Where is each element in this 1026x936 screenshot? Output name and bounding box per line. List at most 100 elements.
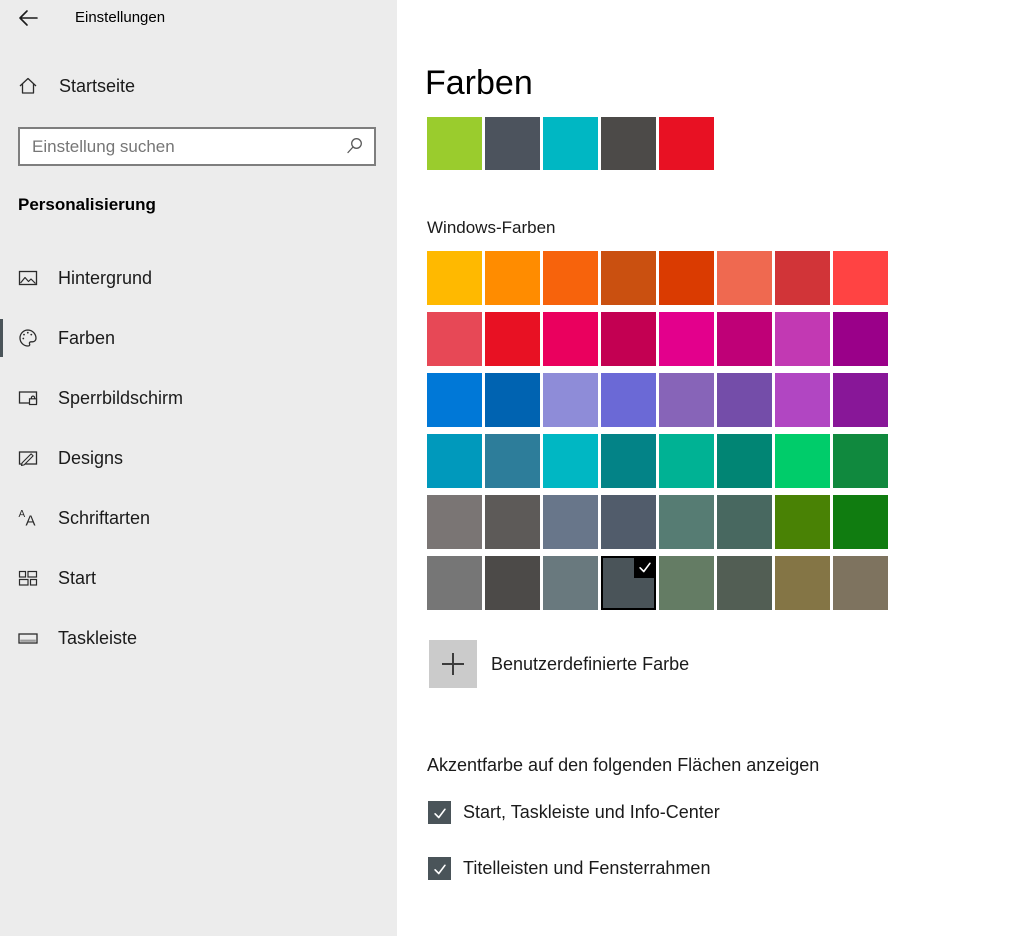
color-swatch[interactable] bbox=[543, 373, 598, 427]
sidebar-item-farben[interactable]: Farben bbox=[0, 318, 397, 358]
color-swatch[interactable] bbox=[601, 434, 656, 488]
home-icon bbox=[17, 75, 39, 97]
color-swatch[interactable] bbox=[833, 312, 888, 366]
color-swatch[interactable] bbox=[485, 434, 540, 488]
recent-color-swatch[interactable] bbox=[485, 117, 540, 170]
recent-color-swatch[interactable] bbox=[543, 117, 598, 170]
color-swatch[interactable] bbox=[833, 373, 888, 427]
color-swatch[interactable] bbox=[543, 312, 598, 366]
color-swatch[interactable] bbox=[427, 495, 482, 549]
checkbox-row[interactable]: Titelleisten und Fensterrahmen bbox=[428, 857, 720, 880]
start-icon bbox=[17, 567, 39, 589]
color-swatch[interactable] bbox=[659, 251, 714, 305]
recent-color-swatch[interactable] bbox=[601, 117, 656, 170]
color-swatch[interactable] bbox=[659, 556, 714, 610]
palette-icon bbox=[17, 327, 39, 349]
fonts-icon: AA bbox=[17, 507, 39, 529]
color-swatch[interactable] bbox=[601, 495, 656, 549]
sidebar-item-sperrbildschirm[interactable]: Sperrbildschirm bbox=[0, 378, 397, 418]
color-swatch[interactable] bbox=[833, 495, 888, 549]
color-swatch[interactable] bbox=[485, 312, 540, 366]
color-swatch-selected[interactable] bbox=[601, 556, 656, 610]
custom-color-label: Benutzerdefinierte Farbe bbox=[491, 654, 689, 675]
back-arrow-icon bbox=[16, 6, 40, 30]
sidebar-item-label: Startseite bbox=[59, 76, 135, 97]
search-box bbox=[18, 127, 376, 166]
search-icon[interactable] bbox=[344, 136, 364, 156]
color-swatch[interactable] bbox=[601, 312, 656, 366]
checkbox-row[interactable]: Start, Taskleiste und Info-Center bbox=[428, 801, 720, 824]
color-swatch[interactable] bbox=[775, 434, 830, 488]
color-swatch[interactable] bbox=[717, 495, 772, 549]
color-swatch[interactable] bbox=[601, 373, 656, 427]
color-swatch[interactable] bbox=[775, 495, 830, 549]
color-swatch[interactable] bbox=[833, 434, 888, 488]
sidebar-nav: Hintergrund Farben Sperrbildschirm Designs A… bbox=[0, 258, 397, 678]
accent-surface-checkboxes: Start, Taskleiste und Info-Center Titelle… bbox=[428, 801, 720, 913]
color-swatch[interactable] bbox=[427, 251, 482, 305]
sidebar-item-designs[interactable]: Designs bbox=[0, 438, 397, 478]
color-swatch[interactable] bbox=[717, 312, 772, 366]
sidebar: Einstellungen Startseite Personalisierun… bbox=[0, 0, 397, 936]
color-swatch[interactable] bbox=[601, 251, 656, 305]
sidebar-item-home[interactable]: Startseite bbox=[0, 66, 397, 106]
accent-surfaces-label: Akzentfarbe auf den folgenden Flächen an… bbox=[427, 755, 819, 776]
plus-icon bbox=[429, 640, 477, 688]
svg-text:A: A bbox=[19, 509, 26, 520]
color-swatch[interactable] bbox=[775, 373, 830, 427]
recent-colors-strip bbox=[427, 117, 714, 170]
themes-icon bbox=[17, 447, 39, 469]
color-swatch[interactable] bbox=[659, 495, 714, 549]
custom-color-button[interactable]: Benutzerdefinierte Farbe bbox=[429, 640, 689, 688]
color-swatch[interactable] bbox=[833, 251, 888, 305]
color-swatch[interactable] bbox=[485, 373, 540, 427]
color-swatch[interactable] bbox=[543, 434, 598, 488]
color-swatch[interactable] bbox=[427, 434, 482, 488]
sidebar-item-label: Taskleiste bbox=[58, 628, 137, 649]
color-swatch[interactable] bbox=[427, 312, 482, 366]
color-swatch[interactable] bbox=[543, 251, 598, 305]
windows-colors-label: Windows-Farben bbox=[427, 218, 556, 238]
color-swatch[interactable] bbox=[775, 556, 830, 610]
sidebar-item-start[interactable]: Start bbox=[0, 558, 397, 598]
sidebar-item-label: Schriftarten bbox=[58, 508, 150, 529]
color-swatch[interactable] bbox=[717, 373, 772, 427]
page-title: Farben bbox=[425, 64, 533, 103]
sidebar-item-hintergrund[interactable]: Hintergrund bbox=[0, 258, 397, 298]
color-swatch[interactable] bbox=[543, 495, 598, 549]
checkbox[interactable] bbox=[428, 801, 451, 824]
sidebar-item-taskleiste[interactable]: Taskleiste bbox=[0, 618, 397, 658]
color-swatch[interactable] bbox=[485, 556, 540, 610]
color-swatch[interactable] bbox=[775, 312, 830, 366]
color-swatch[interactable] bbox=[775, 251, 830, 305]
color-swatch[interactable] bbox=[659, 434, 714, 488]
color-swatch[interactable] bbox=[717, 556, 772, 610]
search-input[interactable] bbox=[20, 129, 332, 164]
color-swatch[interactable] bbox=[427, 373, 482, 427]
color-swatch[interactable] bbox=[485, 251, 540, 305]
color-swatch[interactable] bbox=[659, 373, 714, 427]
settings-window: Einstellungen Startseite Personalisierun… bbox=[0, 0, 1026, 936]
selected-check-badge bbox=[634, 556, 656, 578]
checkbox-label: Titelleisten und Fensterrahmen bbox=[463, 858, 710, 879]
color-swatch[interactable] bbox=[427, 556, 482, 610]
color-swatch[interactable] bbox=[659, 312, 714, 366]
color-swatch[interactable] bbox=[717, 251, 772, 305]
sidebar-item-label: Start bbox=[58, 568, 96, 589]
taskbar-icon bbox=[17, 627, 39, 649]
sidebar-item-label: Farben bbox=[58, 328, 115, 349]
color-swatch[interactable] bbox=[833, 556, 888, 610]
color-swatch[interactable] bbox=[543, 556, 598, 610]
selected-indicator bbox=[0, 319, 3, 357]
color-swatch[interactable] bbox=[485, 495, 540, 549]
windows-colors-grid bbox=[427, 251, 888, 610]
back-button[interactable] bbox=[16, 6, 40, 30]
sidebar-item-label: Sperrbildschirm bbox=[58, 388, 183, 409]
recent-color-swatch[interactable] bbox=[659, 117, 714, 170]
checkbox[interactable] bbox=[428, 857, 451, 880]
sidebar-item-schriftarten[interactable]: AA Schriftarten bbox=[0, 498, 397, 538]
sidebar-item-label: Designs bbox=[58, 448, 123, 469]
recent-color-swatch[interactable] bbox=[427, 117, 482, 170]
color-swatch[interactable] bbox=[717, 434, 772, 488]
app-title: Einstellungen bbox=[75, 9, 165, 26]
